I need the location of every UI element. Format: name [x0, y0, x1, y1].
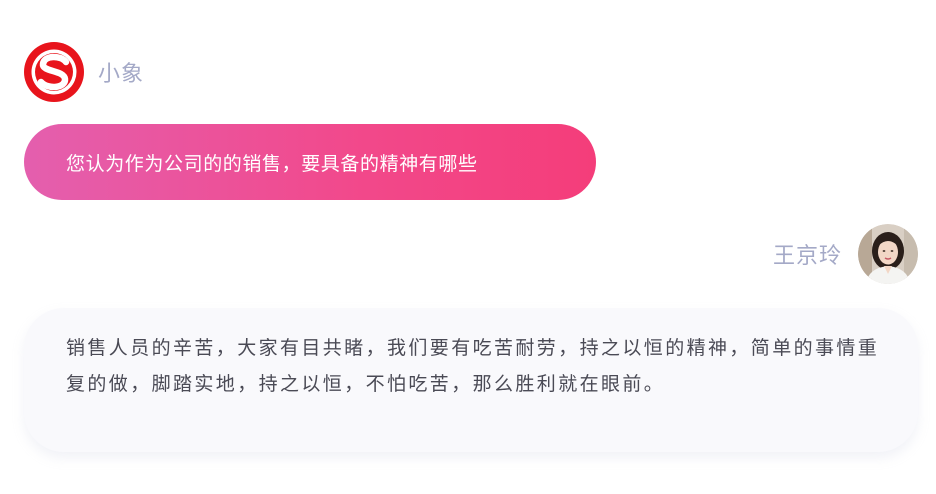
- bot-name: 小象: [98, 62, 145, 87]
- answer-text: 销售人员的辛苦，大家有目共睹，我们要有吃苦耐劳，持之以恒的精神，简单的事情重复的…: [66, 337, 880, 395]
- question-bubble: 您认为作为公司的的销售，要具备的精神有哪些: [24, 124, 596, 200]
- question-text: 您认为作为公司的的销售，要具备的精神有哪些: [66, 152, 478, 175]
- user-header: 王京玲: [773, 224, 918, 284]
- user-name: 王京玲: [772, 244, 842, 269]
- user-avatar-photo: [858, 224, 918, 284]
- chat-page: 小象 您认为作为公司的的销售，要具备的精神有哪些 王京玲 销售人员的辛苦，大家有…: [0, 0, 936, 494]
- red-s-logo-icon: [24, 42, 84, 102]
- answer-card: 销售人员的辛苦，大家有目共睹，我们要有吃苦耐劳，持之以恒的精神，简单的事情重复的…: [24, 308, 918, 452]
- bot-header: 小象: [24, 42, 144, 102]
